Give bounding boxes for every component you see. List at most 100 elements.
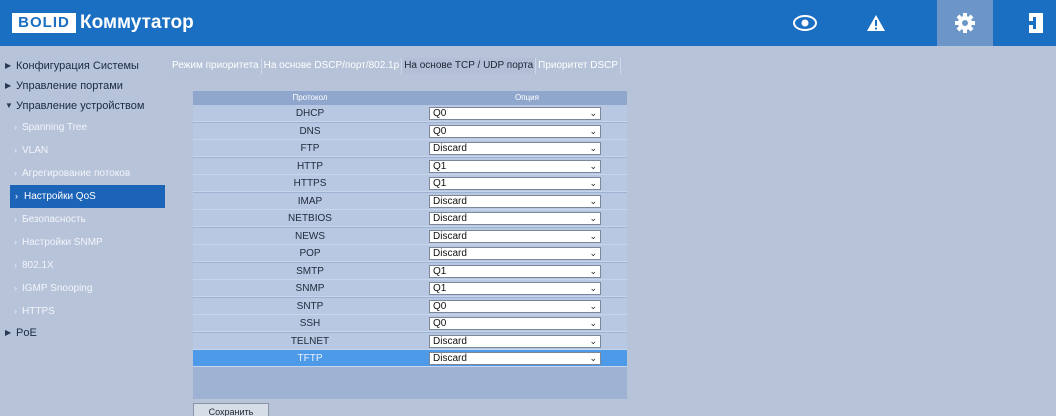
protocol-name: SNTP [296, 300, 324, 312]
chevron-down-icon: ⌄ [589, 108, 597, 118]
option-select[interactable]: Discard ⌄ [429, 194, 601, 208]
chevron-right-icon: › [14, 122, 17, 132]
protocol-name: NETBIOS [288, 213, 332, 224]
option-value: Discard [433, 248, 467, 259]
alarm-button[interactable] [848, 0, 904, 46]
chevron-right-icon: › [14, 283, 17, 293]
sidebar-item-https[interactable]: › HTTPS [0, 300, 165, 323]
chevron-down-icon: ⌄ [589, 230, 597, 241]
table-row[interactable]: NETBIOS Discard ⌄ [193, 210, 627, 227]
sidebar-item-vlan[interactable]: › VLAN [0, 139, 165, 162]
triangle-down-icon: ▼ [5, 101, 13, 110]
table-row[interactable]: FTP Discard ⌄ [193, 140, 627, 157]
sidebar-item-label: Настройки SNMP [22, 237, 103, 248]
tab-dscp-priority[interactable]: Приоритет DSCP [536, 58, 622, 74]
table-row[interactable]: POP Discard ⌄ [193, 245, 627, 262]
table-row[interactable]: HTTP Q1 ⌄ [193, 157, 627, 175]
option-select[interactable]: Q0 ⌄ [429, 107, 601, 120]
chevron-down-icon: ⌄ [589, 353, 597, 363]
chevron-down-icon: ⌄ [589, 160, 597, 171]
sidebar-section-system[interactable]: ▶ Конфигурация Системы [0, 56, 165, 76]
settings-button[interactable] [937, 0, 993, 46]
protocol-name: IMAP [297, 195, 323, 207]
sidebar-item-igmp-snooping[interactable]: › IGMP Snooping [0, 277, 165, 300]
option-select[interactable]: Discard ⌄ [429, 247, 601, 260]
option-select[interactable]: Discard ⌄ [429, 334, 601, 348]
option-select[interactable]: Discard ⌄ [429, 352, 601, 365]
option-select[interactable]: Discard ⌄ [429, 212, 601, 225]
column-header-option: Опция [515, 93, 539, 102]
option-select[interactable]: Q1 ⌄ [429, 264, 601, 278]
sidebar-item-label: VLAN [22, 145, 49, 156]
table-row[interactable]: DNS Q0 ⌄ [193, 122, 627, 140]
table-row[interactable]: HTTPS Q1 ⌄ [193, 175, 627, 192]
option-select[interactable]: Q1 ⌄ [429, 282, 601, 295]
chevron-right-icon: › [14, 306, 17, 316]
option-select[interactable]: Q1 ⌄ [429, 159, 601, 173]
option-select[interactable]: Q1 ⌄ [429, 177, 601, 190]
chevron-right-icon: › [14, 168, 17, 178]
sidebar-section-poe[interactable]: ▶ PoE [0, 323, 165, 343]
protocol-name: SMTP [296, 265, 324, 277]
option-select[interactable]: Q0 ⌄ [429, 124, 601, 138]
monitor-button[interactable] [777, 0, 833, 46]
app-title: Коммутатор [80, 12, 194, 33]
table-row[interactable]: SSH Q0 ⌄ [193, 315, 627, 332]
sidebar-item-qos[interactable]: › Настройки QoS [10, 185, 165, 208]
option-value: Discard [433, 353, 467, 364]
gear-icon [955, 13, 975, 33]
tab-dscp-port-8021p[interactable]: На основе DSCP/порт/802.1p [261, 58, 403, 74]
sidebar-section-ports[interactable]: ▶ Управление портами [0, 76, 165, 96]
option-value: Discard [433, 195, 467, 207]
column-header-protocol: Протокол [292, 93, 328, 102]
chevron-down-icon: ⌄ [589, 125, 597, 136]
sidebar-item-security[interactable]: › Безопасность [0, 208, 165, 231]
triangle-right-icon: ▶ [5, 328, 12, 337]
option-value: Q0 [433, 318, 447, 329]
qos-tabs: Режим приоритета На основе DSCP/порт/802… [170, 58, 622, 74]
protocol-name: TELNET [290, 335, 330, 347]
option-value: Q1 [433, 265, 447, 277]
table-row[interactable]: DHCP Q0 ⌄ [193, 105, 627, 122]
chevron-down-icon: ⌄ [589, 318, 597, 328]
logout-button[interactable] [1022, 0, 1056, 46]
table-row[interactable]: SNTP Q0 ⌄ [193, 297, 627, 315]
sidebar-item-aggregation[interactable]: › Агрегирование потоков [0, 162, 165, 185]
chevron-down-icon: ⌄ [589, 195, 597, 206]
tab-tcp-udp-port[interactable]: На основе TCP / UDP порта [402, 58, 537, 74]
option-select[interactable]: Q0 ⌄ [429, 317, 601, 330]
option-select[interactable]: Q0 ⌄ [429, 299, 601, 313]
save-button[interactable]: Сохранить [193, 403, 269, 416]
option-value: Q0 [433, 125, 447, 137]
option-value: Discard [433, 143, 467, 154]
option-value: Discard [433, 213, 467, 224]
table-row[interactable]: SMTP Q1 ⌄ [193, 262, 627, 280]
chevron-down-icon: ⌄ [589, 300, 597, 311]
chevron-down-icon: ⌄ [589, 143, 597, 153]
option-select[interactable]: Discard ⌄ [429, 142, 601, 155]
sidebar-section-device[interactable]: ▼ Управление устройством [0, 96, 165, 116]
chevron-down-icon: ⌄ [589, 283, 597, 293]
table-row[interactable]: NEWS Discard ⌄ [193, 227, 627, 245]
table-row[interactable]: IMAP Discard ⌄ [193, 192, 627, 210]
sidebar-item-snmp[interactable]: › Настройки SNMP [0, 231, 165, 254]
option-value: Q0 [433, 108, 447, 119]
option-select[interactable]: Discard ⌄ [429, 229, 601, 243]
sidebar-item-8021x[interactable]: › 802.1X [0, 254, 165, 277]
option-value: Q1 [433, 160, 447, 172]
chevron-down-icon: ⌄ [589, 265, 597, 276]
table-row[interactable]: SNMP Q1 ⌄ [193, 280, 627, 297]
protocol-name: FTP [300, 143, 320, 154]
eye-icon [793, 15, 817, 31]
sidebar-item-label: HTTPS [22, 306, 55, 317]
sidebar-section-label: Управление устройством [16, 100, 145, 112]
protocol-name: HTTP [296, 160, 324, 172]
table-row[interactable]: TFTP Discard ⌄ [193, 350, 627, 367]
sidebar-item-spanning-tree[interactable]: › Spanning Tree [0, 116, 165, 139]
tab-priority-mode[interactable]: Режим приоритета [170, 58, 262, 74]
option-value: Discard [433, 230, 467, 242]
protocol-name: SSH [299, 318, 321, 329]
warning-icon [867, 15, 885, 31]
triangle-right-icon: ▶ [5, 81, 12, 90]
table-row[interactable]: TELNET Discard ⌄ [193, 332, 627, 350]
